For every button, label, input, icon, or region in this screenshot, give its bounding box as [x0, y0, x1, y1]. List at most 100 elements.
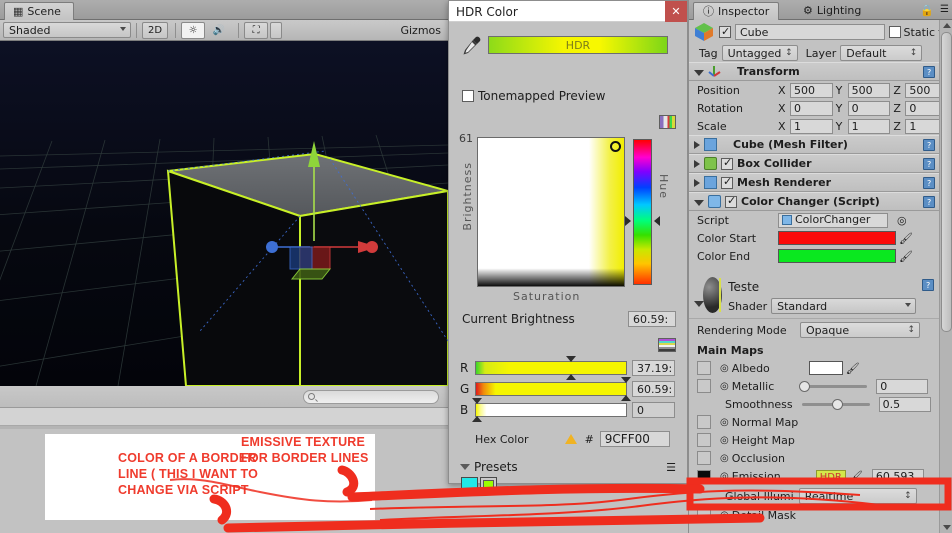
tab-lighting[interactable]: ⚙ Lighting [794, 2, 870, 20]
color-palette-icon[interactable] [659, 115, 676, 129]
occlusion-toggle-icon[interactable]: ◎ [720, 453, 729, 464]
help-icon-transform[interactable]: ? [923, 65, 936, 78]
toggle-2d-button[interactable]: 2D [142, 21, 169, 39]
foldout-icon-mesh-renderer[interactable] [694, 178, 700, 187]
rotation-y-input[interactable]: 0 [847, 100, 891, 116]
rotation-x[interactable]: X0 [778, 100, 833, 116]
occlusion-texture-slot[interactable] [697, 451, 711, 465]
channel-slider-g[interactable] [475, 377, 631, 401]
slider-knob-top-r[interactable] [566, 356, 576, 362]
rotation-y[interactable]: Y0 [836, 100, 891, 116]
metallic-slider[interactable] [799, 380, 868, 392]
emission-texture-slot[interactable] [697, 469, 711, 484]
slider-knob-top-g[interactable] [621, 377, 631, 383]
scene-audio-toggle[interactable]: 🔊 [207, 22, 231, 39]
scale-x[interactable]: X1 [778, 118, 833, 134]
preset-swatch-0[interactable] [461, 477, 478, 494]
emission-value[interactable]: 60.593 [871, 469, 924, 484]
metallic-slider-knob[interactable] [799, 380, 811, 392]
albedo-toggle-icon[interactable]: ◎ [720, 363, 729, 374]
slider-knob-top-b[interactable] [472, 398, 482, 404]
tag-dropdown[interactable]: Untagged ↕ [721, 45, 798, 61]
close-icon[interactable]: ✕ [665, 1, 687, 22]
metallic-value[interactable]: 0 [876, 378, 929, 394]
scale-y-input[interactable]: 1 [847, 118, 891, 134]
hex-color-input[interactable]: 9CFF00 [599, 431, 670, 447]
smoothness-value[interactable]: 0.5 [878, 396, 931, 412]
eyedropper-icon-emission[interactable]: 🖌 [849, 470, 863, 483]
emission-toggle-icon[interactable]: ◎ [720, 471, 729, 482]
position-x-input[interactable]: 500 [790, 82, 833, 98]
help-icon-mesh-renderer[interactable]: ? [923, 176, 936, 189]
eyedropper-icon[interactable] [459, 34, 483, 56]
foldout-icon-material[interactable] [694, 301, 704, 307]
smoothness-slider[interactable] [801, 398, 870, 410]
detail-mask-texture-slot[interactable] [697, 508, 711, 522]
gizmos-dropdown[interactable]: Gizmos [400, 24, 445, 37]
shading-mode-dropdown[interactable]: Shaded [3, 22, 131, 38]
eyedropper-icon-color-start[interactable]: 🖌 [899, 232, 913, 245]
color-start-swatch[interactable] [778, 231, 896, 245]
static-checkbox[interactable] [888, 26, 901, 38]
slider-knob-bottom-b[interactable] [472, 416, 482, 422]
scroll-up-icon[interactable] [943, 23, 951, 28]
foldout-icon-transform[interactable] [694, 70, 704, 76]
current-brightness-value[interactable]: 60.59: [628, 311, 676, 327]
component-header-mesh-renderer[interactable]: ✓ Mesh Renderer ? ⚙ [689, 173, 952, 192]
object-picker-icon[interactable]: ◎ [897, 214, 907, 227]
rendering-mode-dropdown[interactable]: Opaque ↕ [800, 322, 920, 338]
script-object-field[interactable]: ColorChanger [778, 212, 888, 228]
component-header-color-changer[interactable]: ✓ Color Changer (Script) ? ⚙ [689, 192, 952, 211]
shader-dropdown[interactable]: Standard [771, 298, 917, 314]
spectrum-swatch-icon[interactable] [658, 338, 676, 352]
help-icon-material[interactable]: ? [922, 279, 935, 291]
color-changer-enabled-checkbox[interactable]: ✓ [725, 194, 737, 208]
channel-value-r[interactable]: 37.19: [632, 360, 675, 376]
foldout-icon-color-changer[interactable] [694, 200, 704, 206]
albedo-texture-slot[interactable] [697, 361, 711, 375]
albedo-color-swatch[interactable] [808, 361, 843, 375]
global-illumination-dropdown[interactable]: Realtime ↕ [798, 488, 917, 504]
help-icon-box-collider[interactable]: ? [923, 157, 936, 170]
scene-fx-button[interactable]: ⛶ [244, 21, 269, 39]
foldout-icon-box-collider[interactable] [694, 159, 700, 168]
mesh-renderer-enabled-checkbox[interactable]: ✓ [721, 175, 733, 189]
position-y[interactable]: Y 500 [836, 82, 891, 98]
component-header-transform[interactable]: Transform ? ⚙ [689, 62, 952, 81]
scale-x-input[interactable]: 1 [790, 118, 833, 134]
component-header-mesh-filter[interactable]: Cube (Mesh Filter) ? ⚙ [689, 135, 952, 154]
detail-mask-toggle-icon[interactable]: ◎ [720, 510, 729, 521]
kebab-menu-icon[interactable]: ☰ [940, 4, 949, 15]
tab-scene[interactable]: ▦ Scene [4, 2, 74, 20]
eyedropper-icon-color-end[interactable]: 🖌 [899, 250, 913, 263]
normal-map-texture-slot[interactable] [697, 415, 711, 429]
scrollbar-thumb[interactable] [941, 32, 952, 332]
height-map-texture-slot[interactable] [697, 433, 711, 447]
presets-header[interactable]: Presets ☰ [460, 460, 676, 474]
gameobject-name-input[interactable]: Cube [735, 24, 885, 40]
scale-y[interactable]: Y1 [836, 118, 891, 134]
tonemapped-preview-row[interactable]: Tonemapped Preview [462, 89, 605, 103]
emission-hdr-swatch[interactable]: HDR [815, 469, 846, 484]
preset-swatch-1[interactable] [480, 477, 497, 494]
rotation-x-input[interactable]: 0 [790, 100, 833, 116]
hdr-title-bar[interactable]: HDR Color ✕ [449, 1, 687, 22]
gameobject-enabled-checkbox[interactable]: ✓ [719, 25, 731, 38]
height-map-toggle-icon[interactable]: ◎ [720, 435, 729, 446]
layer-dropdown[interactable]: Default ↕ [840, 45, 923, 61]
scene-fx-dropdown[interactable] [270, 21, 283, 39]
foldout-icon-mesh-filter[interactable] [694, 140, 700, 149]
channel-slider-b[interactable] [472, 398, 627, 422]
box-collider-enabled-checkbox[interactable]: ✓ [721, 156, 733, 170]
channel-value-g[interactable]: 60.59: [632, 381, 675, 397]
color-end-swatch[interactable] [778, 249, 896, 263]
position-y-input[interactable]: 500 [847, 82, 891, 98]
position-x[interactable]: X 500 [778, 82, 833, 98]
tab-inspector[interactable]: ⓘ Inspector [693, 2, 780, 20]
search-input[interactable] [303, 390, 439, 404]
hdr-color-bar[interactable]: HDR [488, 36, 668, 54]
component-header-box-collider[interactable]: ✓ Box Collider ? ⚙ [689, 154, 952, 173]
hue-slider[interactable] [633, 139, 652, 285]
scene-lighting-toggle[interactable]: ☼ [181, 21, 206, 39]
channel-slider-r[interactable] [475, 356, 627, 380]
